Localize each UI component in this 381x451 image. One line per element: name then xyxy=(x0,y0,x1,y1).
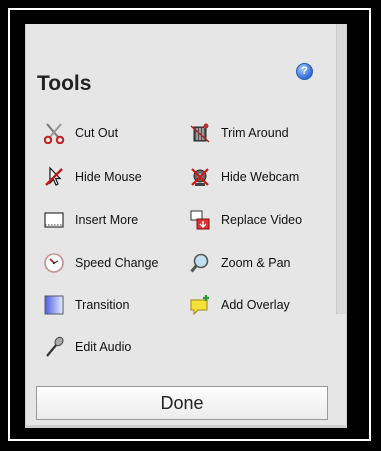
scissors-icon xyxy=(41,120,67,146)
tool-replace-video[interactable]: Replace Video xyxy=(187,207,302,233)
help-icon[interactable]: ? xyxy=(296,63,313,80)
magnifier-icon xyxy=(187,250,213,276)
tool-cut-out[interactable]: Cut Out xyxy=(41,120,118,146)
tool-label: Insert More xyxy=(75,213,139,227)
tool-label: Trim Around xyxy=(221,126,289,140)
panel-title: Tools xyxy=(37,72,92,95)
hide-mouse-icon xyxy=(41,164,67,190)
transition-icon xyxy=(41,292,67,318)
tool-transition[interactable]: Transition xyxy=(41,292,129,318)
tool-label: Hide Mouse xyxy=(75,170,142,184)
tool-label: Zoom & Pan xyxy=(221,256,291,270)
tool-label: Cut Out xyxy=(75,126,119,140)
panel-bottom-edge xyxy=(26,425,346,428)
insert-icon xyxy=(41,207,67,233)
replace-video-icon xyxy=(187,207,213,233)
tool-speed-change[interactable]: Speed Change xyxy=(41,250,158,276)
scrollbar[interactable] xyxy=(336,24,346,314)
done-button[interactable]: Done xyxy=(36,386,328,420)
tool-label: Hide Webcam xyxy=(221,170,300,184)
tool-label: Transition xyxy=(75,298,130,312)
speed-icon xyxy=(41,250,67,276)
help-glyph: ? xyxy=(301,65,308,77)
tool-label: Add Overlay xyxy=(221,298,290,312)
tool-label: Edit Audio xyxy=(75,340,132,354)
tools-panel: Tools ? Cut Out Trim Around Hide Mouse H… xyxy=(25,24,347,428)
tool-insert-more[interactable]: Insert More xyxy=(41,207,138,233)
tool-add-overlay[interactable]: Add Overlay xyxy=(187,292,290,318)
tool-edit-audio[interactable]: Edit Audio xyxy=(41,334,131,360)
microphone-icon xyxy=(41,334,67,360)
tool-trim-around[interactable]: Trim Around xyxy=(187,120,289,146)
hide-webcam-icon xyxy=(187,164,213,190)
tool-hide-mouse[interactable]: Hide Mouse xyxy=(41,164,142,190)
overlay-icon xyxy=(187,292,213,318)
trim-icon xyxy=(187,120,213,146)
tool-label: Speed Change xyxy=(75,256,159,270)
tool-hide-webcam[interactable]: Hide Webcam xyxy=(187,164,299,190)
tool-zoom-pan[interactable]: Zoom & Pan xyxy=(187,250,290,276)
tool-label: Replace Video xyxy=(221,213,303,227)
